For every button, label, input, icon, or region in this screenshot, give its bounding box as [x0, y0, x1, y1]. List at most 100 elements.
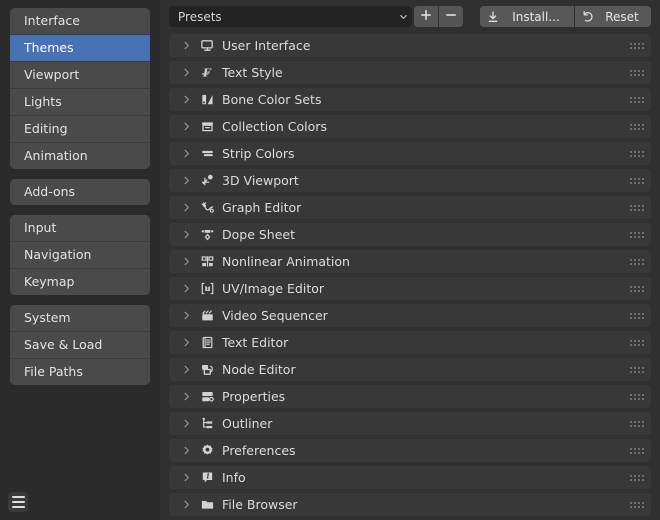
theme-row[interactable]: Graph Editor — [169, 196, 651, 219]
chevron-right-icon[interactable] — [169, 499, 197, 510]
theme-row-label: Graph Editor — [222, 200, 302, 215]
sidebar-item-themes[interactable]: Themes — [10, 35, 150, 62]
chevron-right-icon[interactable] — [169, 337, 197, 348]
drag-grip-icon[interactable] — [630, 312, 644, 320]
chevron-right-icon[interactable] — [169, 175, 197, 186]
drag-grip-icon[interactable] — [630, 150, 644, 158]
sidebar-group: Add-ons — [10, 179, 150, 205]
monitor-icon — [197, 38, 217, 53]
nla-icon — [197, 254, 217, 269]
chevron-right-icon[interactable] — [169, 283, 197, 294]
download-icon — [480, 10, 506, 24]
chevron-right-icon[interactable] — [169, 121, 197, 132]
theme-row-label: Bone Color Sets — [222, 92, 322, 107]
theme-row[interactable]: Text Editor — [169, 331, 651, 354]
sidebar-item-add-ons[interactable]: Add-ons — [10, 179, 150, 205]
chevron-right-icon[interactable] — [169, 94, 197, 105]
drag-grip-icon[interactable] — [630, 393, 644, 401]
sidebar-item-animation[interactable]: Animation — [10, 143, 150, 169]
chevron-right-icon[interactable] — [169, 445, 197, 456]
drag-grip-icon[interactable] — [630, 177, 644, 185]
reset-button[interactable]: Reset — [575, 6, 651, 27]
sidebar-item-system[interactable]: System — [10, 305, 150, 332]
theme-row[interactable]: F Text Style — [169, 61, 651, 84]
drag-grip-icon[interactable] — [630, 96, 644, 104]
drag-grip-icon[interactable] — [630, 501, 644, 509]
plus-icon — [420, 9, 432, 24]
theme-row[interactable]: User Interface — [169, 34, 651, 57]
main-panel: Presets Install... Reset User Interface … — [160, 0, 660, 520]
chevron-right-icon[interactable] — [169, 418, 197, 429]
sidebar-item-lights[interactable]: Lights — [10, 89, 150, 116]
viewport-3d-icon — [197, 173, 217, 188]
remove-preset-button[interactable] — [439, 6, 463, 27]
sidebar-item-interface[interactable]: Interface — [10, 8, 150, 35]
sidebar-item-save-load[interactable]: Save & Load — [10, 332, 150, 359]
drag-grip-icon[interactable] — [630, 258, 644, 266]
theme-row[interactable]: Collection Colors — [169, 115, 651, 138]
minus-icon — [445, 9, 457, 24]
theme-row[interactable]: T UV/Image Editor — [169, 277, 651, 300]
sidebar-item-navigation[interactable]: Navigation — [10, 242, 150, 269]
theme-row-label: Strip Colors — [222, 146, 295, 161]
sidebar-item-input[interactable]: Input — [10, 215, 150, 242]
sidebar-item-file-paths[interactable]: File Paths — [10, 359, 150, 385]
drag-grip-icon[interactable] — [630, 366, 644, 374]
theme-row[interactable]: Bone Color Sets — [169, 88, 651, 111]
drag-grip-icon[interactable] — [630, 474, 644, 482]
install-label: Install... — [512, 9, 560, 24]
chevron-right-icon[interactable] — [169, 256, 197, 267]
theme-row[interactable]: Node Editor — [169, 358, 651, 381]
theme-row[interactable]: Video Sequencer — [169, 304, 651, 327]
sidebar-item-keymap[interactable]: Keymap — [10, 269, 150, 295]
chevron-right-icon[interactable] — [169, 67, 197, 78]
drag-grip-icon[interactable] — [630, 69, 644, 77]
install-button[interactable]: Install... — [480, 6, 574, 27]
theme-row[interactable]: Dope Sheet — [169, 223, 651, 246]
theme-category-list[interactable]: User Interface F Text Style Bone Color Sets… — [160, 34, 660, 520]
svg-text:i: i — [206, 471, 209, 480]
add-preset-button[interactable] — [414, 6, 438, 27]
hamburger-menu-icon[interactable] — [8, 492, 28, 512]
theme-row[interactable]: 3D Viewport — [169, 169, 651, 192]
drag-grip-icon[interactable] — [630, 285, 644, 293]
chevron-right-icon[interactable] — [169, 202, 197, 213]
drag-grip-icon[interactable] — [630, 123, 644, 131]
chevron-right-icon[interactable] — [169, 229, 197, 240]
theme-row[interactable]: Strip Colors — [169, 142, 651, 165]
chevron-right-icon[interactable] — [169, 310, 197, 321]
theme-row-label: Preferences — [222, 443, 296, 458]
theme-row[interactable]: Nonlinear Animation — [169, 250, 651, 273]
chevron-right-icon[interactable] — [169, 148, 197, 159]
sidebar: Interface Themes Viewport Lights Editing Anim… — [0, 0, 160, 520]
theme-row-label: Text Editor — [222, 335, 289, 350]
sidebar-item-viewport[interactable]: Viewport — [10, 62, 150, 89]
dopesheet-icon — [197, 227, 217, 242]
hamburger-bar — [11, 495, 25, 499]
drag-grip-icon[interactable] — [630, 420, 644, 428]
drag-grip-icon[interactable] — [630, 339, 644, 347]
drag-grip-icon[interactable] — [630, 204, 644, 212]
chevron-right-icon[interactable] — [169, 40, 197, 51]
outliner-tree-icon — [197, 416, 217, 431]
chevron-right-icon[interactable] — [169, 364, 197, 375]
node-icon — [197, 362, 217, 377]
properties-icon — [197, 389, 217, 404]
presets-dropdown[interactable]: Presets — [169, 6, 412, 27]
theme-row[interactable]: Properties — [169, 385, 651, 408]
theme-row[interactable]: i Info — [169, 466, 651, 489]
theme-row[interactable]: Outliner — [169, 412, 651, 435]
theme-row-label: Dope Sheet — [222, 227, 296, 242]
collection-icon — [197, 119, 217, 134]
theme-row[interactable]: Preferences — [169, 439, 651, 462]
drag-grip-icon[interactable] — [630, 42, 644, 50]
font-icon: F — [197, 65, 217, 80]
chevron-right-icon[interactable] — [169, 472, 197, 483]
scroll-up-indicator[interactable] — [632, 513, 648, 520]
drag-grip-icon[interactable] — [630, 447, 644, 455]
theme-row-label: File Browser — [222, 497, 298, 512]
drag-grip-icon[interactable] — [630, 231, 644, 239]
chevron-right-icon[interactable] — [169, 391, 197, 402]
sidebar-item-editing[interactable]: Editing — [10, 116, 150, 143]
theme-row[interactable]: File Browser — [169, 493, 651, 516]
